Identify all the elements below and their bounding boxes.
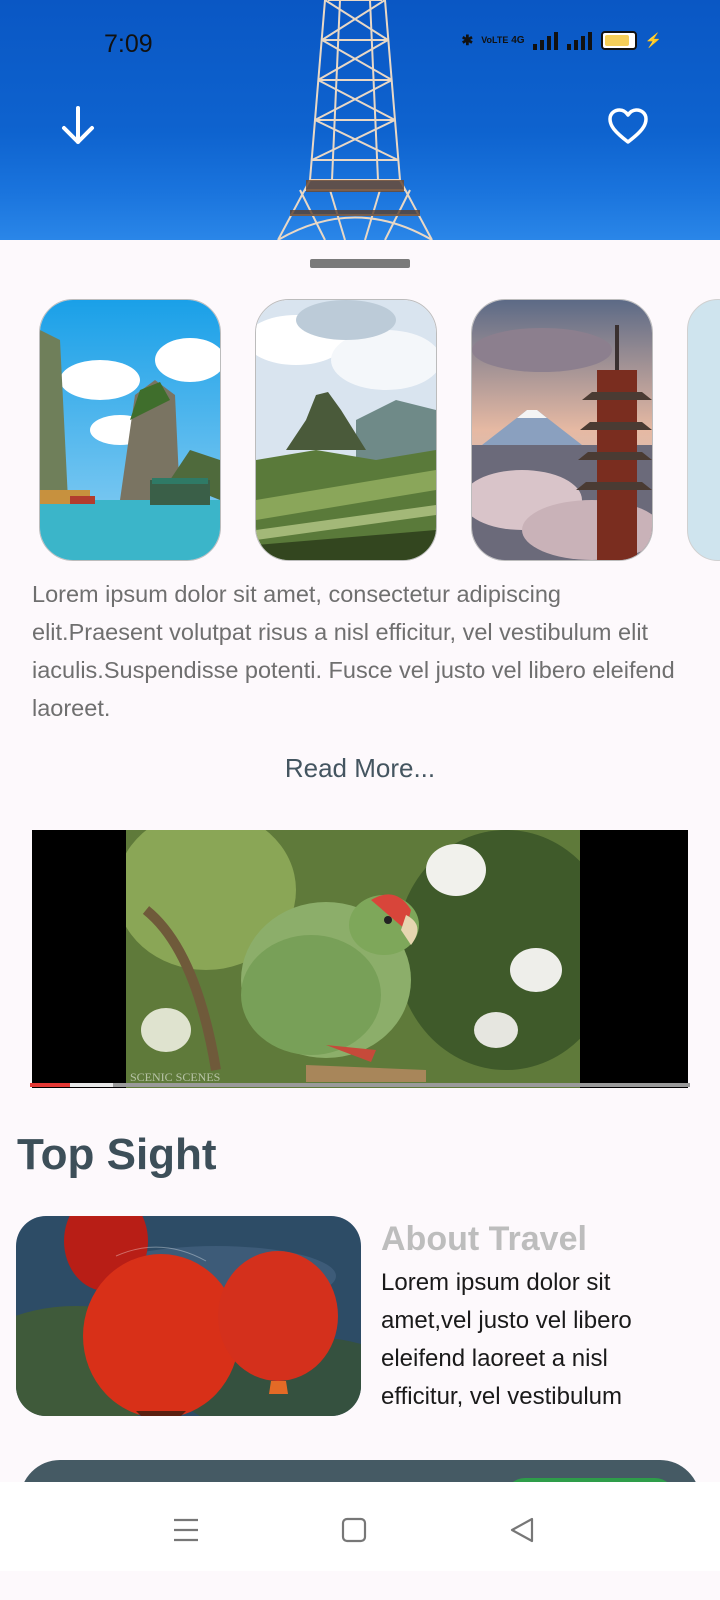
machu-picchu-photo: [256, 300, 436, 560]
back-button[interactable]: [502, 1510, 542, 1550]
video-player[interactable]: SCENIC SCENES: [32, 830, 688, 1088]
bluetooth-icon: ✱: [461, 32, 474, 48]
favorite-button[interactable]: [600, 98, 656, 154]
hot-air-balloons-photo: [16, 1216, 361, 1416]
top-sight-title: About Travel: [381, 1220, 587, 1258]
top-sight-text: Lorem ipsum dolor sit amet,vel justo vel…: [381, 1269, 632, 1410]
home-square-icon: [341, 1517, 367, 1543]
system-navigation-bar: [0, 1482, 720, 1571]
read-more-link[interactable]: Read More...: [0, 753, 720, 784]
drag-handle[interactable]: [310, 259, 410, 268]
video-progress-bar[interactable]: [30, 1083, 690, 1087]
download-button[interactable]: [50, 98, 106, 154]
details-sheet: Lorem ipsum dolor sit amet, consectetur …: [0, 240, 720, 1510]
description-text: Lorem ipsum dolor sit amet, consectetur …: [32, 581, 675, 721]
download-arrow-icon: [62, 106, 94, 144]
status-time: 7:09: [104, 30, 153, 58]
parrot-video-frame: [126, 830, 580, 1088]
signal-icon-2: [566, 31, 592, 50]
menu-button[interactable]: [166, 1510, 206, 1550]
signal-icon: [532, 31, 558, 50]
top-sight-image[interactable]: [16, 1216, 361, 1416]
charging-icon: ⚡: [644, 32, 662, 48]
eiffel-tower-image: [277, 0, 433, 240]
home-button[interactable]: [334, 1510, 374, 1550]
section-heading-top-sight: Top Sight: [17, 1130, 217, 1179]
destination-card-machu-picchu[interactable]: [255, 299, 437, 561]
status-icons: ✱ VoLTE 4G ⚡: [461, 31, 662, 50]
hero-image: 7:09 ✱ VoLTE 4G ⚡: [0, 0, 720, 240]
menu-icon: [174, 1518, 198, 1542]
destination-card-halong-bay[interactable]: [39, 299, 221, 561]
halong-bay-photo: [40, 300, 220, 560]
destination-card-mount-fuji[interactable]: [471, 299, 653, 561]
destination-card-partial[interactable]: [687, 299, 720, 561]
battery-icon: [600, 31, 637, 50]
mount-fuji-pagoda-photo: [472, 300, 652, 560]
heart-outline-icon: [608, 108, 648, 144]
video-played: [30, 1083, 70, 1087]
volte-label: VoLTE: [481, 35, 509, 45]
back-triangle-icon: [510, 1517, 534, 1543]
4g-label: 4G: [511, 35, 525, 46]
